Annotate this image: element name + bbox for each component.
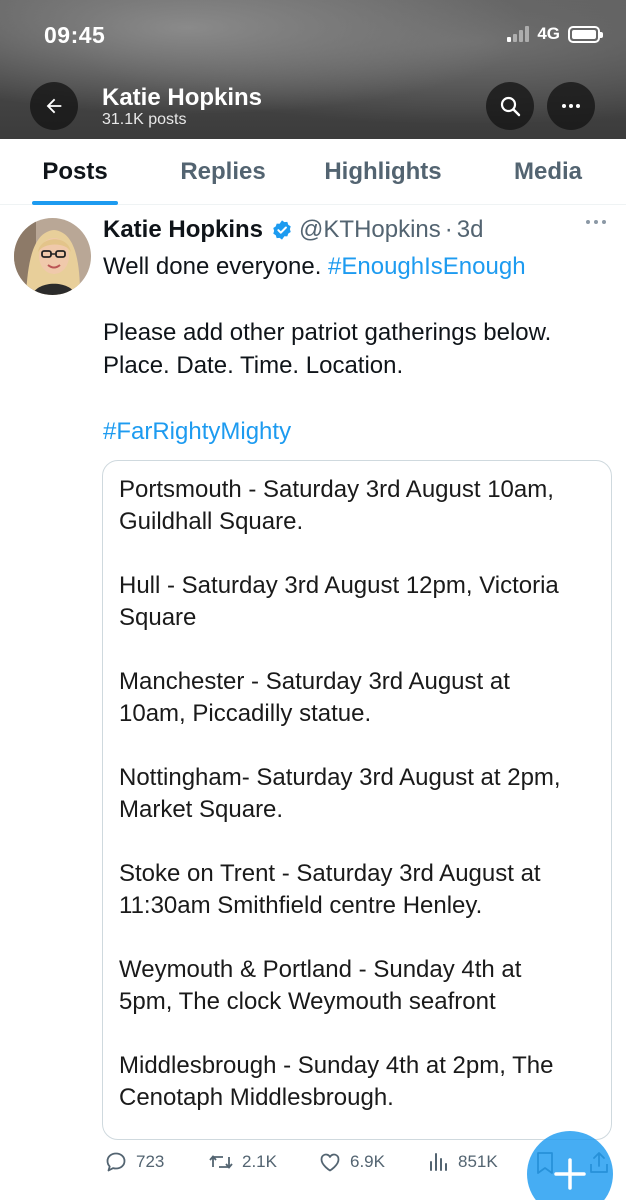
more-icon — [562, 104, 580, 108]
profile-header: 09:45 4G Katie Hopkins 31.1K posts — [0, 0, 626, 139]
post-text-line: Well done everyone. #EnoughIsEnough — [103, 250, 526, 283]
tab-highlights[interactable]: Highlights — [296, 139, 470, 205]
search-icon — [500, 96, 521, 117]
header-title: Katie Hopkins — [102, 84, 263, 111]
post-text: Well done everyone. — [103, 253, 329, 280]
post-separator: · — [444, 216, 453, 243]
hashtag-link[interactable]: #EnoughIsEnough — [328, 253, 526, 280]
post-timestamp[interactable]: 3d — [457, 216, 484, 244]
tab-label: Posts — [42, 158, 108, 185]
tab-media[interactable]: Media — [470, 139, 626, 205]
battery-icon — [568, 25, 603, 43]
views-count: 851K — [458, 1152, 498, 1171]
more-options-button[interactable] — [547, 82, 595, 130]
post-text: Please add other patriot gatherings belo… — [103, 319, 552, 346]
signal-icon — [507, 26, 530, 42]
embed-line: Guildhall Square. — [119, 508, 304, 535]
verified-badge-icon — [271, 219, 293, 241]
header-post-count: 31.1K posts — [102, 111, 187, 128]
views-button[interactable]: 851K — [428, 1150, 498, 1174]
tab-label: Replies — [180, 158, 266, 185]
post-header: Katie Hopkins @KTHopkins · 3d — [103, 216, 583, 244]
repost-count: 2.1K — [242, 1152, 277, 1171]
embed-line: Weymouth & Portland - Sunday 4th at — [119, 956, 522, 983]
embed-line: 5pm, The clock Weymouth seafront — [119, 988, 496, 1015]
embed-line: 11:30am Smithfield centre Henley. — [119, 892, 483, 919]
embed-line: Stoke on Trent - Saturday 3rd August at — [119, 860, 541, 887]
embed-line: Portsmouth - Saturday 3rd August 10am, — [119, 476, 554, 503]
reply-count: 723 — [136, 1152, 165, 1171]
embed-line: Middlesbrough - Sunday 4th at 2pm, The — [119, 1052, 554, 1079]
repost-button[interactable]: 2.1K — [208, 1150, 277, 1174]
status-indicators: 4G — [507, 24, 603, 44]
profile-tabs: Posts Replies Highlights Media — [0, 139, 626, 205]
like-icon — [320, 1153, 340, 1172]
status-time: 09:45 — [44, 22, 106, 48]
tab-label: Highlights — [324, 158, 442, 185]
post-author-name[interactable]: Katie Hopkins — [103, 216, 263, 244]
embed-line: Square — [119, 604, 197, 631]
embed-line: Cenotaph Middlesbrough. — [119, 1084, 394, 1111]
reply-button[interactable]: 723 — [104, 1150, 164, 1174]
compose-button[interactable] — [527, 1131, 613, 1200]
tab-replies[interactable]: Replies — [150, 139, 296, 205]
tab-posts[interactable]: Posts — [0, 139, 150, 205]
like-count: 6.9K — [350, 1152, 385, 1171]
reply-icon — [106, 1152, 126, 1172]
tab-label: Media — [513, 158, 582, 185]
post-text: Place. Date. Time. Location. — [103, 352, 404, 379]
back-arrow-icon — [46, 98, 62, 114]
views-icon — [430, 1153, 447, 1171]
embed-line: Manchester - Saturday 3rd August at — [119, 668, 510, 695]
post-author-handle[interactable]: @KTHopkins — [299, 216, 441, 244]
post-embedded-image[interactable]: Portsmouth - Saturday 3rd August 10am, G… — [102, 460, 612, 1140]
search-button[interactable] — [486, 82, 534, 130]
embed-line: Nottingham- Saturday 3rd August at 2pm, — [119, 764, 561, 791]
like-button[interactable]: 6.9K — [318, 1150, 385, 1174]
hashtag-link[interactable]: #FarRightyMighty — [103, 415, 291, 448]
network-label: 4G — [537, 24, 560, 43]
avatar[interactable] — [14, 218, 91, 295]
compose-plus-icon — [554, 1158, 586, 1190]
embed-line: Hull - Saturday 3rd August 12pm, Victori… — [119, 572, 559, 599]
active-tab-indicator — [32, 201, 118, 205]
back-button[interactable] — [30, 82, 78, 130]
embed-line: Market Square. — [119, 796, 284, 823]
embed-line: 10am, Piccadilly statue. — [119, 700, 372, 727]
post-more-icon[interactable] — [586, 220, 606, 224]
repost-icon — [209, 1155, 233, 1169]
